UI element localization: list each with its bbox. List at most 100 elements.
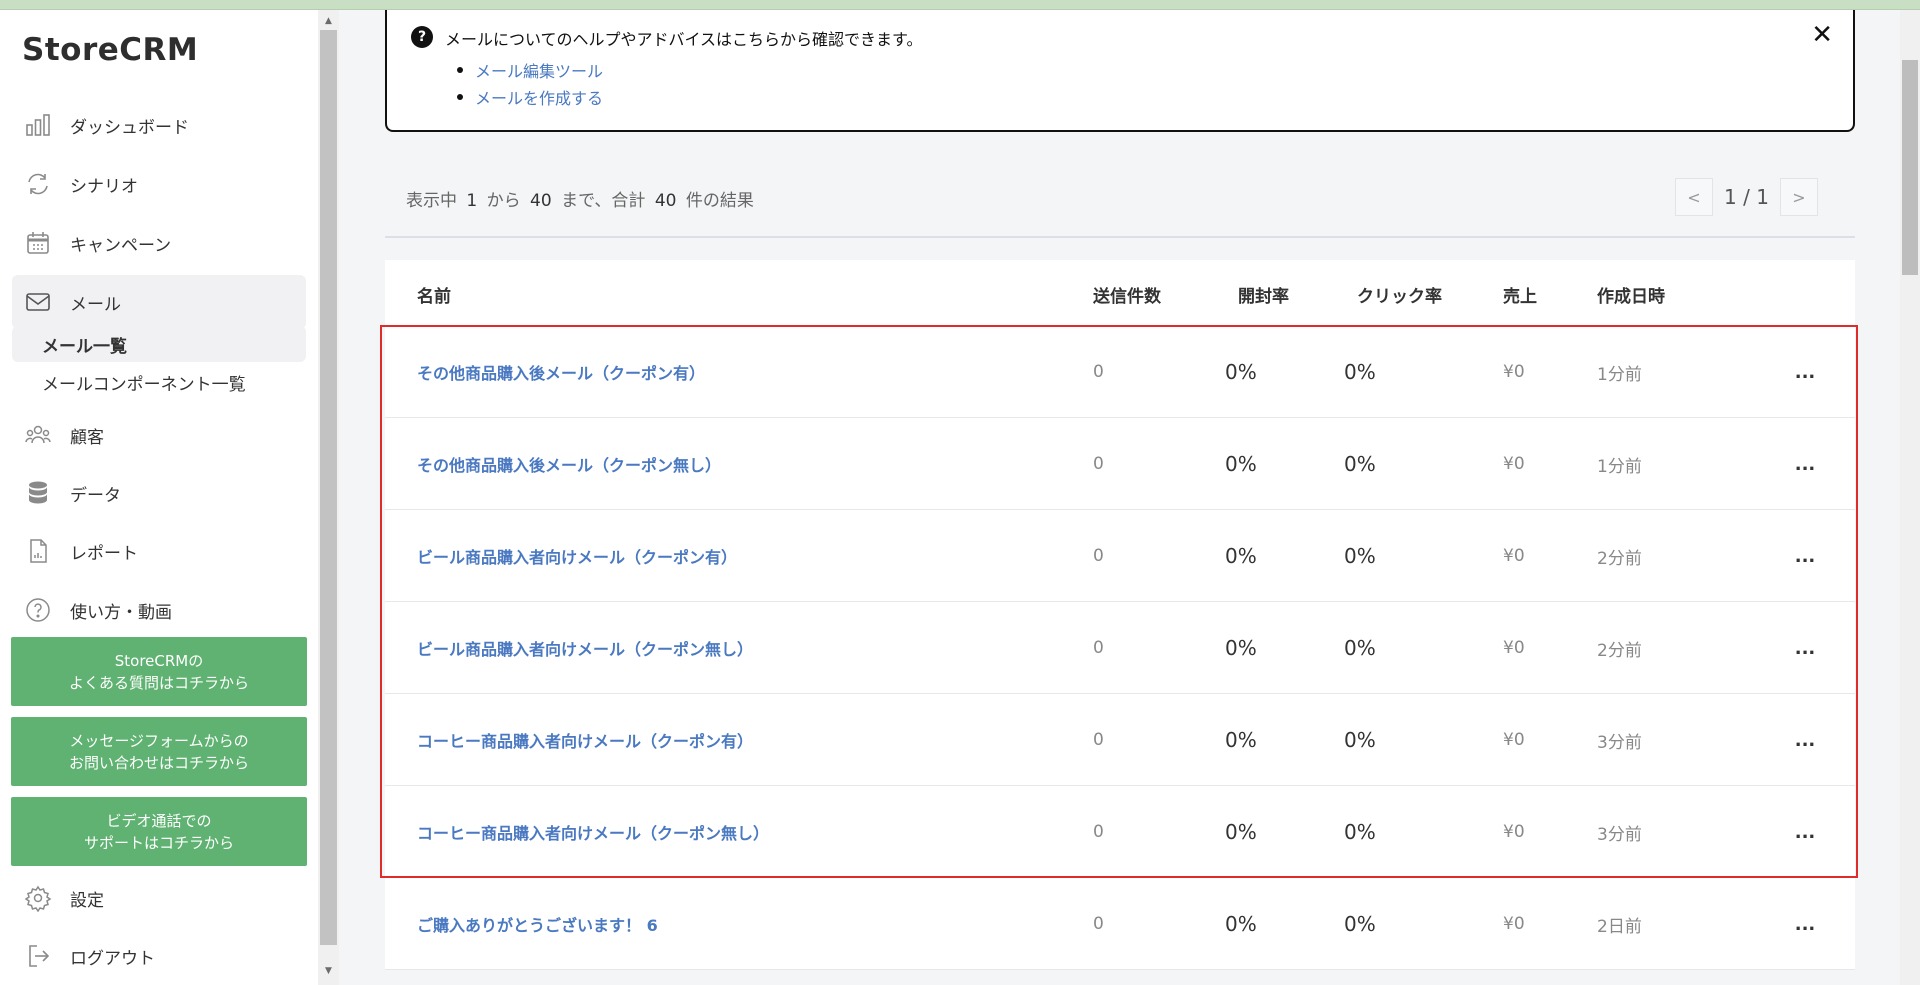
table-row[interactable]: ご購入ありがとうございます！ 6 0 0% 0% ¥0 2日前... xyxy=(385,878,1855,970)
sidebar-item-logout[interactable]: ログアウト xyxy=(12,929,306,983)
click-rate: 0% xyxy=(1344,820,1376,844)
created-at: 1分前 xyxy=(1597,364,1642,385)
more-actions-button[interactable]: ... xyxy=(1793,786,1817,878)
sidebar-item-campaign[interactable]: キャンペーン xyxy=(12,216,306,270)
report-icon xyxy=(12,524,64,578)
sent-count: 0 xyxy=(1093,638,1104,658)
mail-name-link[interactable]: その他商品購入後メール（クーポン無し） xyxy=(417,418,721,510)
mail-name-link[interactable]: コーヒー商品購入者向けメール（クーポン有） xyxy=(417,694,753,786)
sidebar-item-data[interactable]: データ xyxy=(12,466,306,520)
summary-total: 40 xyxy=(654,191,677,211)
header-name[interactable]: 名前 xyxy=(417,282,451,307)
contact-form-button-line2: お問い合わせはコチラから xyxy=(68,753,249,772)
scroll-down-arrow-icon[interactable]: ▼ xyxy=(318,962,339,980)
more-actions-button[interactable]: ... xyxy=(1793,326,1817,418)
sent-count: 0 xyxy=(1093,914,1104,934)
more-actions-button[interactable]: ... xyxy=(1793,510,1817,602)
sidebar-item-label: ログアウト xyxy=(70,948,155,969)
video-support-button-line2: サポートはコチラから xyxy=(83,833,234,852)
sales-amount: ¥0 xyxy=(1503,454,1525,474)
question-icon: ? xyxy=(411,26,433,48)
mail-name-link[interactable]: ご購入ありがとうございます！ 6 xyxy=(417,878,658,970)
scroll-up-arrow-icon[interactable]: ▲ xyxy=(318,12,339,30)
sidebar-item-label: データ xyxy=(70,485,121,506)
sidebar-item-label: ダッシュボード xyxy=(70,117,189,138)
sidebar-item-scenario[interactable]: シナリオ xyxy=(12,157,306,211)
more-actions-button[interactable]: ... xyxy=(1793,694,1817,786)
video-support-button[interactable]: ビデオ通話での サポートはコチラから xyxy=(11,797,307,866)
created-at: 2分前 xyxy=(1597,548,1642,569)
more-actions-button[interactable]: ... xyxy=(1793,602,1817,694)
browser-top-strip xyxy=(0,0,1920,10)
help-circle-icon xyxy=(12,583,64,637)
gear-icon xyxy=(12,871,64,925)
close-icon[interactable]: ✕ xyxy=(1811,20,1833,50)
sidebar-scrollbar-thumb[interactable] xyxy=(320,30,337,945)
sales-amount: ¥0 xyxy=(1503,362,1525,382)
table-row[interactable]: コーヒー商品購入者向けメール（クーポン無し） 0 0% 0% ¥0 3分前... xyxy=(385,786,1855,878)
open-rate: 0% xyxy=(1225,452,1257,476)
summary-to-suffix: まで、合計 xyxy=(561,191,646,211)
table-row[interactable]: その他商品購入後メール（クーポン無し） 0 0% 0% ¥0 1分前... xyxy=(385,418,1855,510)
faq-button-line1: StoreCRMの xyxy=(114,651,204,670)
table-row[interactable]: その他商品購入後メール（クーポン有） 0 0% 0% ¥0 1分前... xyxy=(385,326,1855,418)
sidebar-item-label: レポート xyxy=(70,543,138,564)
help-link-create-mail[interactable]: メールを作成する xyxy=(475,85,603,109)
help-link-mail-editor[interactable]: メール編集ツール xyxy=(475,58,603,82)
mail-name-link[interactable]: その他商品購入後メール（クーポン有） xyxy=(417,326,705,418)
header-date[interactable]: 作成日時 xyxy=(1597,282,1665,307)
header-open[interactable]: 開封率 xyxy=(1238,282,1289,307)
table-row[interactable]: ビール商品購入者向けメール（クーポン無し） 0 0% 0% ¥0 2分前... xyxy=(385,602,1855,694)
more-actions-button[interactable]: ... xyxy=(1793,878,1817,970)
header-click[interactable]: クリック率 xyxy=(1357,282,1442,307)
sidebar-item-report[interactable]: レポート xyxy=(12,524,306,578)
click-rate: 0% xyxy=(1344,728,1376,752)
contact-form-button-line1: メッセージフォームからの xyxy=(69,731,249,750)
mail-name-link[interactable]: コーヒー商品購入者向けメール（クーポン無し） xyxy=(417,786,769,878)
app-logo[interactable]: StoreCRM xyxy=(22,32,198,68)
header-sent[interactable]: 送信件数 xyxy=(1093,282,1161,307)
summary-to: 40 xyxy=(530,191,552,211)
divider xyxy=(385,236,1855,238)
faq-button-line2: よくある質問はコチラから xyxy=(68,673,249,692)
open-rate: 0% xyxy=(1225,728,1257,752)
sent-count: 0 xyxy=(1093,730,1104,750)
page-scrollbar-thumb[interactable] xyxy=(1902,60,1918,275)
click-rate: 0% xyxy=(1344,636,1376,660)
sidebar-subitem-mail-list[interactable]: メール一覧 xyxy=(12,326,306,362)
next-page-button[interactable]: > xyxy=(1780,178,1818,216)
open-rate: 0% xyxy=(1225,912,1257,936)
sidebar-item-howto[interactable]: 使い方・動画 xyxy=(12,583,306,637)
prev-page-button[interactable]: < xyxy=(1675,178,1713,216)
sidebar: StoreCRM ダッシュボード シナリオ キャンペーン メール メール一覧 メ… xyxy=(0,10,318,985)
sidebar-item-mail[interactable]: メール xyxy=(12,275,306,329)
sidebar-item-label: メール xyxy=(70,294,121,315)
help-panel: ? メールについてのヘルプやアドバイスはこちらから確認できます。 メール編集ツー… xyxy=(385,10,1855,132)
sidebar-item-customers[interactable]: 顧客 xyxy=(12,408,306,462)
sidebar-item-settings[interactable]: 設定 xyxy=(12,871,306,925)
sent-count: 0 xyxy=(1093,546,1104,566)
pagination: < 1 / 1 > xyxy=(1675,178,1818,216)
contact-form-button[interactable]: メッセージフォームからの お問い合わせはコチラから xyxy=(11,717,307,786)
sidebar-item-label: キャンペーン xyxy=(70,235,172,256)
summary-prefix: 表示中 xyxy=(406,191,457,211)
sales-amount: ¥0 xyxy=(1503,730,1525,750)
table-row[interactable]: ビール商品購入者向けメール（クーポン有） 0 0% 0% ¥0 2分前... xyxy=(385,510,1855,602)
created-at: 2分前 xyxy=(1597,640,1642,661)
faq-button[interactable]: StoreCRMの よくある質問はコチラから xyxy=(11,637,307,706)
more-actions-button[interactable]: ... xyxy=(1793,418,1817,510)
open-rate: 0% xyxy=(1225,360,1257,384)
header-sales[interactable]: 売上 xyxy=(1503,282,1537,307)
sidebar-subitem-mail-components[interactable]: メールコンポーネント一覧 xyxy=(12,364,306,400)
sidebar-item-label: 設定 xyxy=(70,890,104,911)
mail-name-link[interactable]: ビール商品購入者向けメール（クーポン有） xyxy=(417,510,737,602)
main-content: ? メールについてのヘルプやアドバイスはこちらから確認できます。 メール編集ツー… xyxy=(339,10,1900,985)
help-link-item: メール編集ツール xyxy=(457,56,603,83)
mail-name-link[interactable]: ビール商品購入者向けメール（クーポン無し） xyxy=(417,602,753,694)
sidebar-item-dashboard[interactable]: ダッシュボード xyxy=(12,98,306,152)
sidebar-item-label: シナリオ xyxy=(70,176,138,197)
table-row[interactable]: コーヒー商品購入者向けメール（クーポン有） 0 0% 0% ¥0 3分前... xyxy=(385,694,1855,786)
mail-icon xyxy=(12,275,64,329)
created-at: 1分前 xyxy=(1597,456,1642,477)
summary-from: 1 xyxy=(466,191,478,211)
